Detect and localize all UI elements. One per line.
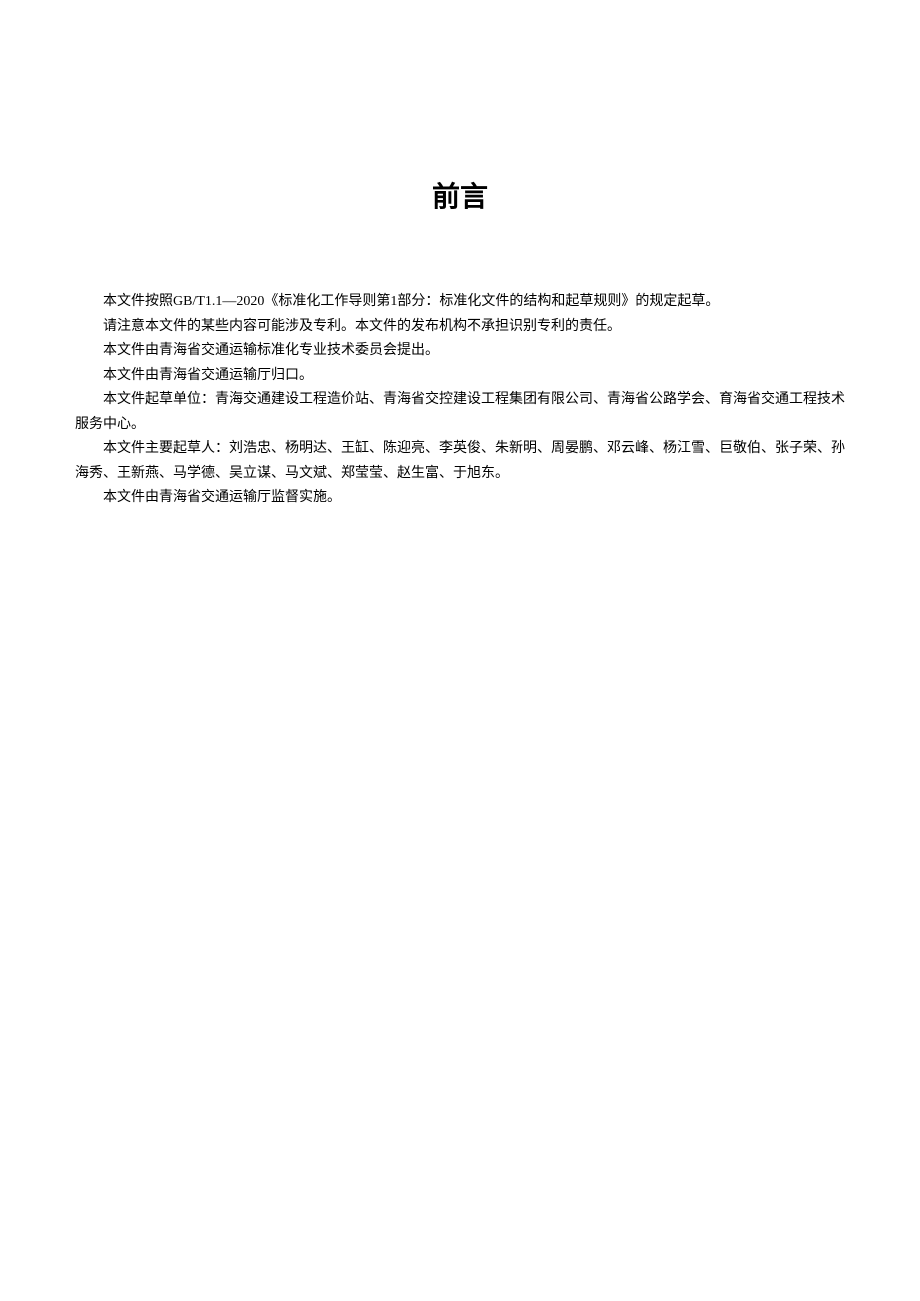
paragraph: 本文件由青海省交通运输厅监督实施。 bbox=[75, 486, 845, 511]
document-page: 前言 本文件按照GB/T1.1—2020《标准化工作导则第1部分：标准化文件的结… bbox=[0, 0, 920, 511]
paragraph: 本文件由青海省交通运输标准化专业技术委员会提出。 bbox=[75, 339, 845, 364]
document-body: 本文件按照GB/T1.1—2020《标准化工作导则第1部分：标准化文件的结构和起… bbox=[75, 290, 845, 511]
paragraph: 本文件起草单位：青海交通建设工程造价站、青海省交控建设工程集团有限公司、青海省公… bbox=[75, 388, 845, 437]
paragraph: 请注意本文件的某些内容可能涉及专利。本文件的发布机构不承担识别专利的责任。 bbox=[75, 315, 845, 340]
page-title: 前言 bbox=[75, 175, 845, 215]
paragraph: 本文件由青海省交通运输厅归口。 bbox=[75, 364, 845, 389]
paragraph: 本文件主要起草人：刘浩忠、杨明达、王缸、陈迎亮、李英俊、朱新明、周晏鹏、邓云峰、… bbox=[75, 437, 845, 486]
paragraph: 本文件按照GB/T1.1—2020《标准化工作导则第1部分：标准化文件的结构和起… bbox=[75, 290, 845, 315]
